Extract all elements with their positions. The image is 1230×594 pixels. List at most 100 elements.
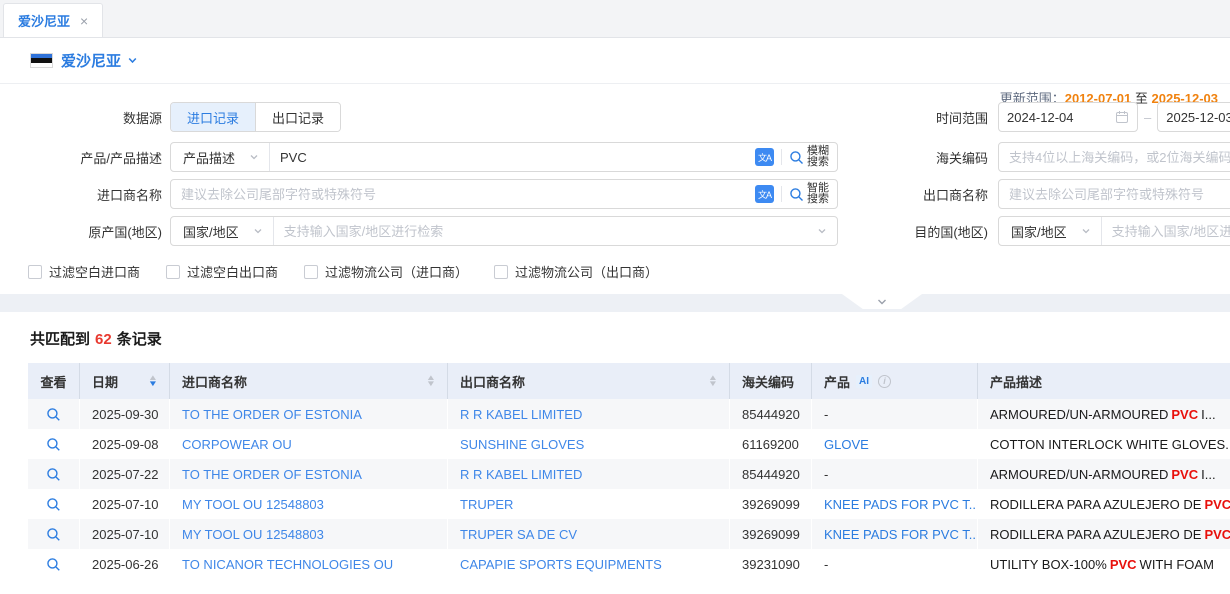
importer-link[interactable]: TO THE ORDER OF ESTONIA [182, 467, 362, 482]
translate-icon[interactable]: 文A [755, 148, 774, 166]
tab-estonia[interactable]: 爱沙尼亚 × [3, 3, 103, 37]
data-source-segmented: 进口记录 出口记录 [170, 102, 341, 132]
results-table: 查看 日期 ▲▼ 进口商名称 ▲▼ 出口商名称 ▲▼ 海关编码 产品 AI i … [28, 363, 1230, 579]
cell-hs-code: 39269099 [730, 519, 812, 549]
exporter-link[interactable]: R R KABEL LIMITED [460, 467, 582, 482]
chevron-down-icon[interactable] [127, 55, 138, 66]
exporter-link[interactable]: CAPAPIE SPORTS EQUIPMENTS [460, 557, 662, 572]
checkbox-label: 过滤物流公司（进口商） [325, 262, 468, 281]
data-source-label: 数据源 [0, 108, 162, 127]
table-row: 2025-09-08 CORPOWEAR OU SUNSHINE GLOVES … [28, 429, 1230, 459]
tab-close-icon[interactable]: × [80, 14, 88, 28]
product-search-group: 产品描述 文A 模糊搜索 [170, 142, 838, 172]
destination-country-input[interactable] [1102, 224, 1230, 239]
desc-text: COTTON INTERLOCK WHITE GLOVES... [990, 437, 1230, 452]
table-row: 2025-07-10 MY TOOL OU 12548803 TRUPER SA… [28, 519, 1230, 549]
smart-search-button[interactable]: 智能搜索 [789, 183, 829, 205]
destination-group: 国家/地区 [998, 216, 1230, 246]
cell-hs-code: 85444920 [730, 399, 812, 429]
table-row: 2025-09-30 TO THE ORDER OF ESTONIA R R K… [28, 399, 1230, 429]
product-tag-link[interactable]: - [824, 467, 828, 482]
importer-link[interactable]: TO THE ORDER OF ESTONIA [182, 407, 362, 422]
col-product-label: 产品 [824, 372, 850, 391]
info-icon[interactable]: i [878, 375, 891, 388]
checkbox-icon[interactable] [494, 265, 508, 279]
magnifier-icon [46, 407, 61, 422]
desc-highlight: PVC [1204, 497, 1230, 512]
date-end-input[interactable]: 2025-12-03 [1157, 102, 1230, 132]
translate-icon[interactable]: 文A [755, 185, 774, 203]
chevron-down-icon [1081, 226, 1091, 236]
checkbox-filter-blank-importer[interactable]: 过滤空白进口商 [28, 262, 140, 281]
importer-link[interactable]: MY TOOL OU 12548803 [182, 527, 324, 542]
sort-exporter[interactable]: ▲▼ [709, 375, 717, 387]
view-record-button[interactable] [46, 467, 61, 482]
chevron-down-icon[interactable] [817, 226, 827, 236]
importer-link[interactable]: TO NICANOR TECHNOLOGIES OU [182, 557, 393, 572]
magnifier-icon [46, 527, 61, 542]
exporter-link[interactable]: R R KABEL LIMITED [460, 407, 582, 422]
checkbox-icon[interactable] [166, 265, 180, 279]
view-record-button[interactable] [46, 497, 61, 512]
export-records-tab[interactable]: 出口记录 [255, 103, 340, 131]
magnifier-icon [46, 437, 61, 452]
magnifier-icon [46, 557, 61, 572]
view-record-button[interactable] [46, 437, 61, 452]
checkbox-icon[interactable] [28, 265, 42, 279]
tab-bar: 爱沙尼亚 × [0, 0, 1230, 38]
desc-text: RODILLERA PARA AZULEJERO DE [990, 527, 1201, 542]
checkbox-filter-blank-exporter[interactable]: 过滤空白出口商 [166, 262, 278, 281]
product-tag-link[interactable]: KNEE PADS FOR PVC T... [824, 497, 978, 512]
fuzzy-search-label-2: 搜索 [807, 156, 829, 168]
desc-text: ARMOURED/UN-ARMOURED [990, 467, 1168, 482]
chevron-down-icon [876, 297, 888, 307]
checkbox-filter-logistics-exporter[interactable]: 过滤物流公司（出口商） [494, 262, 658, 281]
cell-description: COTTON INTERLOCK WHITE GLOVES... [978, 429, 1230, 459]
destination-type-select[interactable]: 国家/地区 [999, 217, 1102, 245]
date-start-value: 2024-12-04 [1007, 110, 1074, 125]
desc-text: RODILLERA PARA AZULEJERO DE [990, 497, 1201, 512]
exporter-link[interactable]: SUNSHINE GLOVES [460, 437, 584, 452]
tab-title: 爱沙尼亚 [18, 11, 70, 30]
date-separator: – [1144, 110, 1151, 125]
sort-date[interactable]: ▲▼ [149, 375, 157, 387]
product-input[interactable] [270, 150, 755, 165]
sort-importer[interactable]: ▲▼ [427, 375, 435, 387]
import-records-tab[interactable]: 进口记录 [171, 103, 255, 131]
desc-text: WITH FOAM [1140, 557, 1214, 572]
view-record-button[interactable] [46, 557, 61, 572]
importer-link[interactable]: MY TOOL OU 12548803 [182, 497, 324, 512]
summary-prefix: 共匹配到 [30, 331, 90, 348]
exporter-link[interactable]: TRUPER [460, 497, 513, 512]
results-summary: 共匹配到62条记录 [30, 328, 1230, 349]
cell-date: 2025-07-10 [80, 489, 170, 519]
exporter-input[interactable] [1009, 187, 1230, 202]
hs-code-input[interactable] [1009, 150, 1230, 165]
cell-hs-code: 39269099 [730, 489, 812, 519]
view-record-button[interactable] [46, 407, 61, 422]
col-hs-code: 海关编码 [730, 363, 812, 399]
estonia-flag-icon [30, 53, 53, 68]
date-start-input[interactable]: 2024-12-04 [998, 102, 1138, 132]
origin-label: 原产国(地区) [0, 222, 162, 241]
product-tag-link[interactable]: GLOVE [824, 437, 869, 452]
product-tag-link[interactable]: - [824, 557, 828, 572]
origin-type-select[interactable]: 国家/地区 [171, 217, 274, 245]
collapse-filters-button[interactable] [842, 294, 922, 309]
checkbox-filter-logistics-importer[interactable]: 过滤物流公司（进口商） [304, 262, 468, 281]
cell-hs-code: 39231090 [730, 549, 812, 579]
product-tag-link[interactable]: KNEE PADS FOR PVC T... [824, 527, 978, 542]
fuzzy-search-button[interactable]: 模糊搜索 [789, 146, 829, 168]
desc-text: I... [1201, 407, 1215, 422]
checkbox-icon[interactable] [304, 265, 318, 279]
importer-link[interactable]: CORPOWEAR OU [182, 437, 292, 452]
product-type-select[interactable]: 产品描述 [171, 143, 270, 171]
desc-text: ARMOURED/UN-ARMOURED [990, 407, 1168, 422]
importer-input[interactable] [171, 187, 755, 202]
view-record-button[interactable] [46, 527, 61, 542]
country-name[interactable]: 爱沙尼亚 [61, 50, 121, 71]
product-tag-link[interactable]: - [824, 407, 828, 422]
origin-country-input[interactable] [274, 224, 817, 239]
destination-type-value: 国家/地区 [1011, 222, 1067, 241]
exporter-link[interactable]: TRUPER SA DE CV [460, 527, 577, 542]
